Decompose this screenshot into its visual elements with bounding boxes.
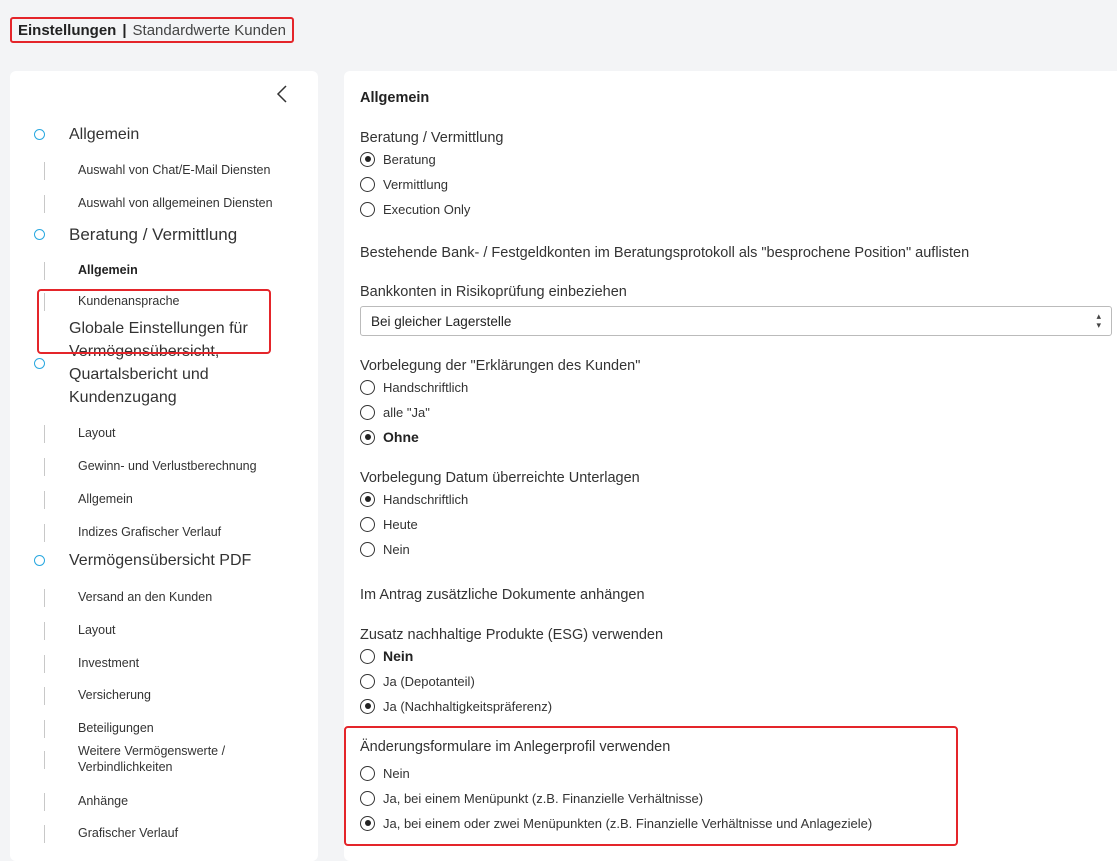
sidebar-item-label: Allgemein — [78, 263, 138, 277]
sidebar-item-versicherung[interactable]: Versicherung — [10, 683, 318, 715]
circle-bullet-icon — [34, 229, 45, 240]
sidebar-item-label: Gewinn- und Verlustberechnung — [78, 459, 257, 473]
field-label-bankkonten-protokoll: Bestehende Bank- / Festgeldkonten im Ber… — [360, 245, 970, 261]
radio-selected-icon — [360, 698, 375, 714]
circle-bullet-icon — [34, 555, 45, 566]
sidebar-item-gewinn-verlust[interactable]: Gewinn- und Verlustberechnung — [10, 454, 318, 486]
radio-handschriftlich-erklaerung[interactable]: Handschriftlich — [360, 377, 468, 397]
field-label-risikopruefung: Bankkonten in Risikoprüfung einbeziehen — [360, 284, 627, 300]
sidebar-item-label: Grafischer Verlauf — [78, 826, 179, 840]
radio-empty-icon — [360, 176, 375, 192]
breadcrumb: Einstellungen | Standardwerte Kunden — [10, 17, 294, 43]
field-label-erklaerungen: Vorbelegung der "Erklärungen des Kunden" — [360, 358, 641, 374]
highlight-box-aenderungsformulare — [344, 726, 958, 846]
field-label-esg: Zusatz nachhaltige Produkte (ESG) verwen… — [360, 627, 664, 643]
sidebar-section-label: Allgemein — [69, 126, 140, 143]
sidebar-item-label: Auswahl von allgemeinen Diensten — [78, 196, 273, 210]
radio-selected-icon — [360, 491, 375, 507]
sidebar-item-global-allgemein[interactable]: Allgemein — [10, 487, 318, 519]
sidebar-section-beratung[interactable]: Beratung / Vermittlung — [10, 222, 318, 247]
field-label-datum-unterlagen: Vorbelegung Datum überreichte Unterlagen — [360, 470, 640, 486]
sidebar-item-anhaenge[interactable]: Anhänge — [10, 789, 318, 821]
sidebar-item-indizes[interactable]: Indizes Grafischer Verlauf — [10, 520, 318, 552]
main-content: Allgemein Beratung / Vermittlung Beratun… — [344, 71, 1117, 861]
breadcrumb-separator: | — [122, 21, 127, 39]
sidebar-item-grafischer-verlauf[interactable]: Grafischer Verlauf — [10, 821, 318, 853]
radio-beratung[interactable]: Beratung — [360, 149, 436, 169]
field-label-beratung: Beratung / Vermittlung — [360, 130, 504, 146]
radio-vermittlung[interactable]: Vermittlung — [360, 174, 448, 194]
sidebar-item-label: Investment — [78, 656, 140, 670]
sidebar-item-pdf-layout[interactable]: Layout — [10, 618, 318, 650]
radio-execution-only[interactable]: Execution Only — [360, 199, 470, 219]
circle-bullet-icon — [34, 358, 45, 369]
sidebar-section-vermoegensuebersicht-pdf[interactable]: Vermögensübersicht PDF — [10, 549, 318, 572]
sidebar-item-label: Layout — [78, 426, 116, 440]
sidebar-section-label: Beratung / Vermittlung — [69, 225, 238, 244]
sidebar-item-label: Indizes Grafischer Verlauf — [78, 525, 222, 539]
sidebar-nav: Allgemein Auswahl von Chat/E-Mail Dienst… — [10, 71, 318, 861]
radio-alle-ja[interactable]: alle "Ja" — [360, 402, 430, 422]
radio-empty-icon — [360, 516, 375, 532]
sidebar-item-label: Versicherung — [78, 688, 151, 702]
risikopruefung-select[interactable]: Bei gleicher Lagerstelle ▴ ▾ — [360, 306, 1112, 336]
radio-empty-icon — [360, 648, 375, 664]
radio-ohne[interactable]: Ohne — [360, 427, 419, 447]
sidebar-item-beratung-allgemein[interactable]: Allgemein — [10, 258, 318, 290]
radio-empty-icon — [360, 379, 375, 395]
sidebar-item-label: Anhänge — [78, 794, 129, 808]
radio-heute[interactable]: Heute — [360, 514, 418, 534]
sidebar-item-versand[interactable]: Versand an den Kunden — [10, 585, 318, 617]
radio-empty-icon — [360, 673, 375, 689]
sidebar-item-label: Layout — [78, 623, 116, 637]
radio-esg-nein[interactable]: Nein — [360, 646, 413, 666]
section-title: Allgemein — [360, 90, 430, 106]
radio-selected-icon — [360, 429, 375, 445]
highlight-box-sidebar — [37, 289, 271, 354]
field-label-zusaetzliche-dokumente: Im Antrag zusätzliche Dokumente anhängen — [360, 587, 645, 603]
sidebar-item-layout[interactable]: Layout — [10, 421, 318, 453]
sidebar-item-label: Beteiligungen — [78, 721, 154, 735]
radio-empty-icon — [360, 404, 375, 420]
sidebar-item-chat-email[interactable]: Auswahl von Chat/E-Mail Diensten — [10, 158, 318, 190]
sidebar-item-investment[interactable]: Investment — [10, 651, 318, 683]
radio-esg-depotanteil[interactable]: Ja (Depotanteil) — [360, 671, 475, 691]
breadcrumb-subtitle: Standardwerte Kunden — [132, 21, 286, 39]
radio-selected-icon — [360, 151, 375, 167]
sidebar-item-label: Auswahl von Chat/E-Mail Diensten — [78, 163, 271, 177]
sidebar-item-label: Allgemein — [78, 492, 133, 506]
radio-nein-datum[interactable]: Nein — [360, 539, 410, 559]
sidebar-section-label: Vermögensübersicht PDF — [69, 552, 252, 569]
radio-empty-icon — [360, 201, 375, 217]
sidebar-item-allgemeine-dienste[interactable]: Auswahl von allgemeinen Diensten — [10, 191, 318, 223]
radio-empty-icon — [360, 541, 375, 557]
chevron-left-icon[interactable] — [276, 84, 288, 110]
radio-esg-praeferenz[interactable]: Ja (Nachhaltigkeitspräferenz) — [360, 696, 552, 716]
circle-bullet-icon — [34, 129, 45, 140]
sidebar-section-allgemein[interactable]: Allgemein — [10, 123, 318, 146]
breadcrumb-title[interactable]: Einstellungen — [18, 22, 116, 39]
sidebar-item-label: Weitere Vermögenswerte / Verbindlichkeit… — [78, 744, 226, 774]
sidebar-item-label: Versand an den Kunden — [78, 590, 213, 604]
radio-handschriftlich-datum[interactable]: Handschriftlich — [360, 489, 468, 509]
select-arrows-icon: ▴ ▾ — [1096, 311, 1101, 330]
sidebar-item-weitere-vermoegenswerte[interactable]: Weitere Vermögenswerte / Verbindlichkeit… — [10, 739, 318, 779]
